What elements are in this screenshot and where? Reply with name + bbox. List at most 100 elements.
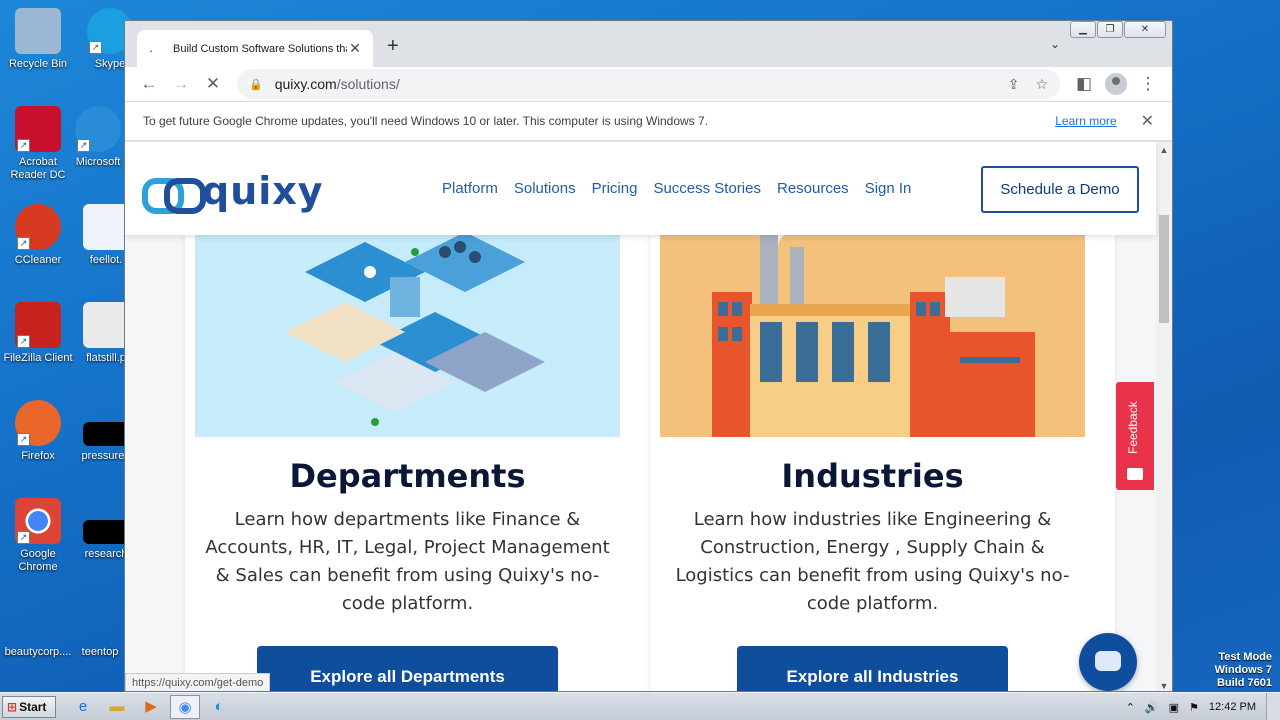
schedule-demo-button[interactable]: Schedule a Demo (981, 166, 1139, 213)
forward-icon[interactable]: → (165, 74, 197, 94)
learn-more-link[interactable]: Learn more (1055, 114, 1116, 128)
scroll-up-icon[interactable]: ▲ (1156, 145, 1172, 155)
shortcut-arrow-icon: ↗ (17, 237, 30, 250)
ccleaner-icon: ↗ (15, 204, 61, 250)
file-icon (77, 596, 123, 642)
nav-item-platform[interactable]: Platform (442, 180, 498, 197)
feedback-label: Feedback (1126, 401, 1140, 454)
windows-logo-icon: ⊞ (7, 699, 18, 714)
shortcut-arrow-icon: ↗ (77, 139, 90, 152)
loading-icon: . (149, 38, 153, 55)
taskbar: ⊞ Start e ▬ ▶ ◉ ◐ ⌃ 🔊 ▣ ⚑ 12:42 PM (0, 692, 1280, 720)
back-icon[interactable]: ← (133, 74, 165, 94)
stop-loading-icon[interactable]: ✕ (197, 74, 229, 94)
close-window-button[interactable]: ✕ (1124, 21, 1166, 38)
window-controls: ▁ ❐ ✕ (1069, 21, 1166, 38)
card-description: Learn how departments like Finance & Acc… (205, 509, 610, 614)
shortcut-arrow-icon: ↗ (17, 531, 30, 544)
file-icon (83, 302, 129, 348)
ie-icon[interactable]: e (68, 695, 98, 719)
url-host: quixy.com (274, 76, 337, 92)
logo-text: quixy (202, 169, 324, 213)
chat-widget-button[interactable] (1079, 633, 1137, 691)
watermark-line-1: Test Mode (1218, 651, 1272, 663)
show-desktop-button[interactable] (1266, 693, 1280, 720)
scroll-down-icon[interactable]: ▼ (1156, 681, 1172, 691)
infobar-message: To get future Google Chrome updates, you… (143, 114, 709, 128)
shortcut-arrow-icon: ↗ (17, 335, 30, 348)
folder-icon[interactable]: ▬ (102, 695, 132, 719)
explore-industries-button[interactable]: Explore all Industries (737, 646, 1008, 691)
recycle-bin-icon (15, 8, 61, 54)
nav-item-pricing[interactable]: Pricing (592, 180, 638, 197)
industries-card: Industries Learn how industries like Eng… (650, 192, 1115, 691)
nav-item-solutions[interactable]: Solutions (514, 180, 576, 197)
media-player-icon[interactable]: ▶ (136, 695, 166, 719)
maximize-button[interactable]: ❐ (1097, 21, 1123, 38)
chrome-icon: ↗ (15, 498, 61, 544)
lock-icon[interactable]: 🔒 (249, 78, 263, 91)
url-path: /solutions/ (336, 76, 400, 92)
clock[interactable]: 12:42 PM (1209, 701, 1256, 713)
profile-icon[interactable] (1100, 73, 1132, 95)
card-title: Industries (781, 457, 964, 495)
avatar (1105, 73, 1127, 95)
tab-search-icon[interactable]: ⌄ (1050, 37, 1060, 51)
edge-icon: ↗ (75, 106, 121, 152)
share-icon[interactable]: ⇪ (1008, 76, 1020, 93)
start-button[interactable]: ⊞ Start (2, 695, 56, 718)
page-scrollbar[interactable]: ▲ ▼ (1156, 142, 1172, 691)
action-center-flag-icon[interactable]: ⚑ (1189, 701, 1199, 714)
filezilla-icon: ↗ (15, 302, 61, 348)
site-header: quixy Platform Solutions Pricing Success… (125, 142, 1156, 235)
status-bar-url: https://quixy.com/get-demo (125, 673, 271, 691)
start-label: Start (19, 699, 47, 714)
scrollbar-thumb[interactable] (1159, 215, 1169, 323)
desktop-icon-ccleaner[interactable]: ↗ CCleaner (0, 204, 76, 267)
system-tray: ⌃ 🔊 ▣ ⚑ 12:42 PM (1126, 693, 1280, 720)
browser-tab[interactable]: . Build Custom Software Solutions tha ✕ (137, 30, 373, 67)
close-infobar-icon[interactable]: ✕ (1141, 111, 1154, 131)
new-tab-button[interactable]: + (387, 35, 399, 58)
acrobat-icon: ↗ (15, 106, 61, 152)
shortcut-arrow-icon: ↗ (17, 139, 30, 152)
departments-card: Departments Learn how departments like F… (185, 192, 650, 691)
file-icon (83, 520, 129, 544)
menu-icon[interactable]: ⋮ (1132, 74, 1164, 94)
tray-expand-icon[interactable]: ⌃ (1126, 701, 1135, 714)
address-bar[interactable]: 🔒 quixy.com/solutions/ ⇪ ☆ (237, 69, 1060, 99)
close-tab-icon[interactable]: ✕ (347, 40, 363, 57)
volume-icon[interactable]: 🔊 (1145, 701, 1159, 714)
network-icon[interactable]: ▣ (1169, 701, 1179, 714)
desktop-icon-recycle-bin[interactable]: Recycle Bin (0, 8, 76, 71)
nav-item-success-stories[interactable]: Success Stories (653, 180, 761, 197)
watermark-line-3: Build 7601 (1216, 677, 1272, 689)
minimize-button[interactable]: ▁ (1070, 21, 1096, 38)
page-viewport: quixy Platform Solutions Pricing Success… (125, 142, 1172, 691)
desktop-icon-google-chrome[interactable]: ↗ Google Chrome (0, 498, 76, 574)
nav-item-resources[interactable]: Resources (777, 180, 849, 197)
nav-item-sign-in[interactable]: Sign In (865, 180, 912, 197)
word-document-icon (83, 204, 129, 250)
quixy-logo[interactable]: quixy (142, 169, 324, 214)
file-icon (15, 596, 61, 642)
taskbar-pinned: e ▬ ▶ ◉ ◐ (68, 694, 238, 719)
chrome-window: . Build Custom Software Solutions tha ✕ … (124, 20, 1173, 692)
browser-toolbar: ← → ✕ 🔒 quixy.com/solutions/ ⇪ ☆ ◧ ⋮ (125, 67, 1172, 101)
feedback-icon (1127, 468, 1143, 480)
shortcut-arrow-icon: ↗ (89, 41, 102, 54)
chrome-taskbar-icon[interactable]: ◉ (170, 694, 200, 719)
desktop-icon-filezilla[interactable]: ↗ FileZilla Client (0, 302, 76, 365)
test-mode-watermark: Test Mode Windows 7 Build 7601 (1215, 651, 1272, 690)
card-description: Learn how industries like Engineering & … (675, 509, 1070, 614)
side-panel-icon[interactable]: ◧ (1068, 74, 1100, 94)
file-icon (83, 422, 129, 446)
watermark-line-2: Windows 7 (1214, 664, 1272, 676)
edge-taskbar-icon[interactable]: ◐ (204, 695, 234, 719)
tab-title: Build Custom Software Solutions tha (173, 42, 347, 55)
desktop-icon-firefox[interactable]: ↗ Firefox (0, 400, 76, 463)
bookmark-star-icon[interactable]: ☆ (1035, 76, 1048, 93)
explore-departments-button[interactable]: Explore all Departments (257, 646, 558, 691)
tab-strip: . Build Custom Software Solutions tha ✕ … (125, 21, 1172, 67)
feedback-tab[interactable]: Feedback (1116, 382, 1154, 490)
